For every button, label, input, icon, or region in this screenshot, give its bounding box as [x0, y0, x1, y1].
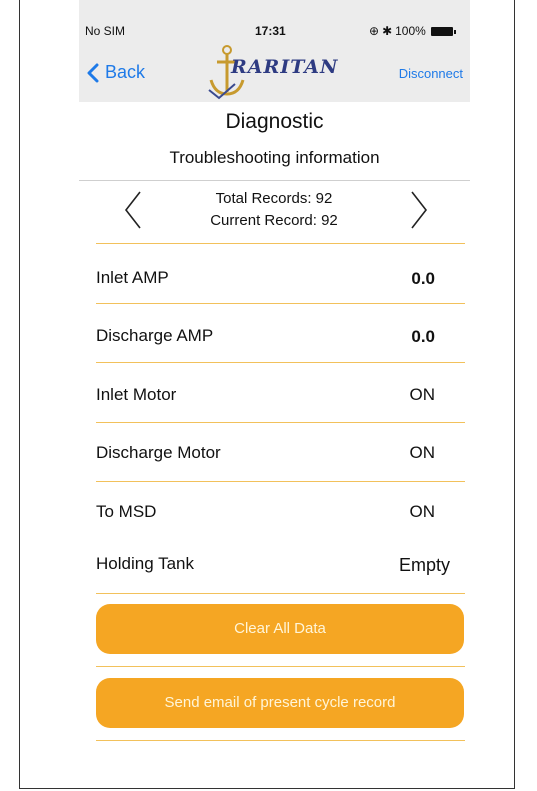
back-label: Back [105, 62, 146, 82]
row-label-discharge-motor: Discharge Motor [96, 443, 221, 462]
current-record: Current Record: 92 [210, 212, 338, 229]
total-records: Total Records: 92 [215, 190, 333, 207]
status-icons: ⊕ ✱ 100% [369, 24, 456, 38]
row-divider [96, 422, 465, 423]
bluetooth-icon: ✱ [382, 24, 393, 38]
row-label-inlet-motor: Inlet Motor [96, 385, 177, 404]
page-title: Diagnostic [225, 110, 324, 133]
clock: 17:31 [255, 24, 286, 38]
row-divider [96, 593, 465, 594]
row-label-inlet-amp: Inlet AMP [96, 268, 169, 287]
row-divider [96, 666, 465, 667]
row-divider [96, 362, 465, 363]
rotation-lock-icon: ⊕ [369, 24, 380, 38]
clear-all-data-button[interactable]: Clear All Data [96, 604, 464, 654]
record-counter: Total Records: 92 Current Record: 92 [169, 188, 379, 232]
row-value-discharge-amp: 0.0 [411, 327, 435, 346]
top-bar: No SIM 17:31 ⊕ ✱ 100% Back RARITAN Disco [79, 0, 470, 102]
page-subtitle: Troubleshooting information [169, 148, 380, 167]
battery-percent: 100% [395, 24, 426, 38]
row-label-to-msd: To MSD [96, 502, 157, 521]
row-divider [96, 481, 465, 482]
chevron-right-icon [411, 191, 428, 229]
previous-record-button[interactable] [123, 190, 143, 235]
row-divider [96, 303, 465, 304]
raritan-logo: RARITAN [205, 42, 355, 100]
chevron-left-icon [87, 63, 99, 82]
chevron-left-icon [124, 191, 141, 229]
row-value-discharge-motor: ON [409, 443, 436, 462]
app-screen: No SIM 17:31 ⊕ ✱ 100% Back RARITAN Disco [79, 0, 470, 791]
row-value-holding-tank: Empty [398, 555, 450, 575]
row-value-inlet-motor: ON [409, 385, 436, 404]
disconnect-button[interactable]: Disconnect [399, 66, 463, 81]
next-record-button[interactable] [409, 190, 429, 235]
row-divider [96, 740, 465, 741]
row-label-discharge-amp: Discharge AMP [96, 326, 214, 345]
row-label-holding-tank: Holding Tank [96, 554, 194, 573]
row-value-inlet-amp: 0.0 [411, 269, 435, 288]
battery-icon [430, 26, 456, 36]
header-divider [79, 180, 470, 181]
send-email-button[interactable]: Send email of present cycle record [96, 678, 464, 728]
back-button[interactable]: Back [87, 62, 145, 83]
row-value-to-msd: ON [409, 502, 436, 521]
carrier-label: No SIM [85, 24, 126, 38]
row-divider [96, 243, 465, 244]
logo-text: RARITAN [231, 56, 339, 78]
